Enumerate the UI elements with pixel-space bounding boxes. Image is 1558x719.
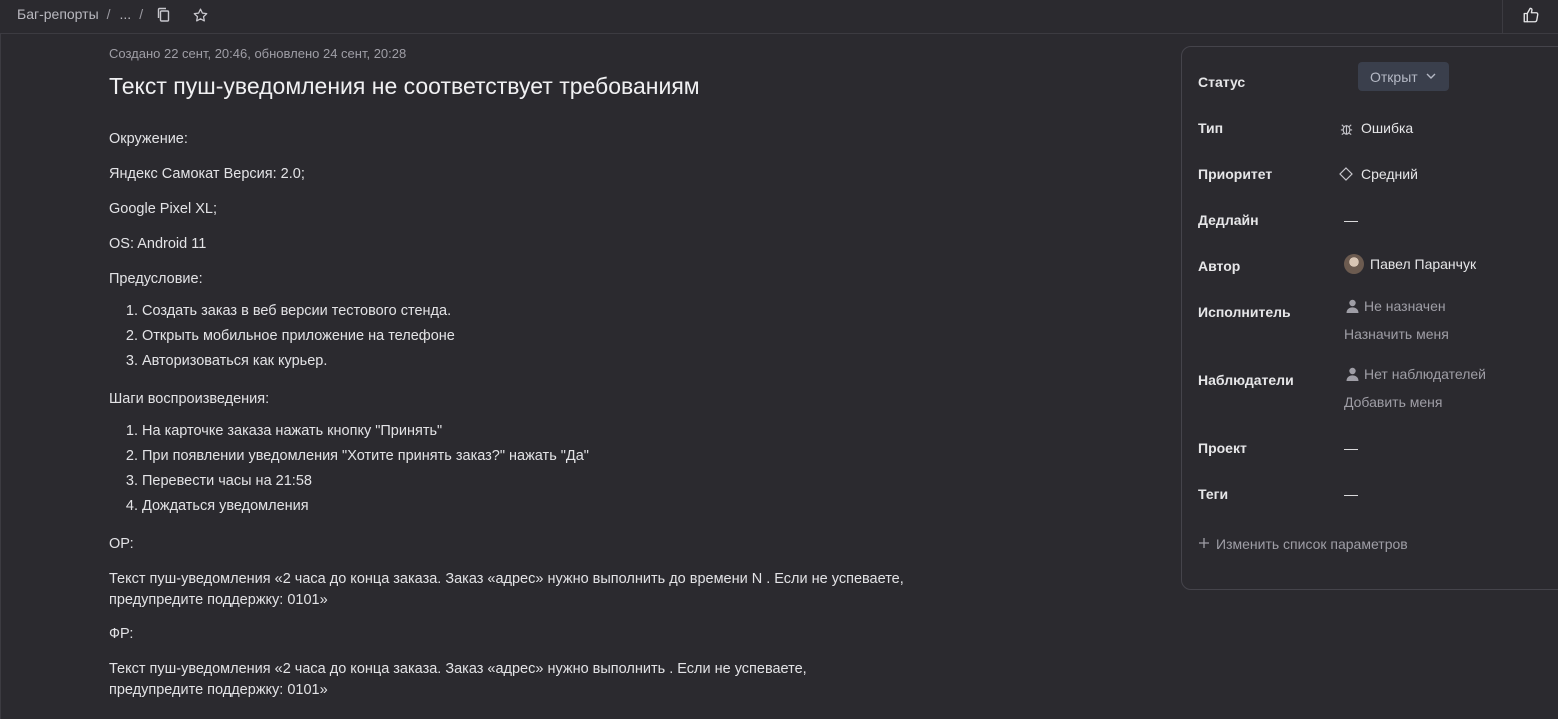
list-item: Перевести часы на 21:58	[142, 469, 1009, 494]
actual-result: Текст пуш-уведомления «2 часа до конца з…	[109, 661, 807, 698]
thumbs-up-icon	[1522, 6, 1540, 29]
env-device: Google Pixel XL;	[109, 201, 218, 217]
breadcrumb-ellipsis[interactable]: ...	[120, 6, 132, 22]
status-value: Открыт	[1370, 68, 1418, 85]
precondition-list: Создать заказ в веб версии тестового сте…	[109, 299, 1009, 374]
left-divider	[0, 34, 1, 719]
expected-label: ОР:	[109, 536, 134, 552]
type-value: Ошибка	[1361, 120, 1414, 136]
author-value-field[interactable]: Павел Паранчук	[1344, 254, 1476, 274]
status-label: Статус	[1198, 74, 1246, 90]
list-item: Авторизоваться как курьер.	[142, 349, 1009, 374]
expected-result: Текст пуш-уведомления «2 часа до конца з…	[109, 571, 904, 608]
list-item: При появлении уведомления "Хотите принят…	[142, 444, 1009, 469]
copy-icon[interactable]	[154, 5, 174, 25]
edit-params-label: Изменить список параметров	[1216, 536, 1408, 552]
bug-icon	[1338, 120, 1354, 136]
type-value-field[interactable]: Ошибка	[1338, 120, 1413, 136]
issue-meta: Создано 22 сент, 20:46, обновлено 24 сен…	[109, 46, 407, 61]
avatar	[1344, 254, 1364, 274]
steps-list: На карточке заказа нажать кнопку "Принят…	[109, 419, 1009, 519]
priority-value-field[interactable]: Средний	[1338, 166, 1418, 182]
status-dropdown[interactable]: Открыт	[1358, 62, 1449, 91]
watchers-label: Наблюдатели	[1198, 372, 1294, 388]
diamond-icon	[1338, 166, 1354, 182]
env-app: Яндекс Самокат Версия: 2.0;	[109, 166, 305, 182]
deadline-value[interactable]: —	[1344, 212, 1358, 228]
assignee-label: Исполнитель	[1198, 304, 1291, 320]
plus-icon	[1198, 536, 1210, 552]
actual-label: ФР:	[109, 626, 134, 642]
watchers-value: Нет наблюдателей	[1364, 366, 1487, 382]
chevron-down-icon	[1425, 69, 1437, 85]
precondition-label: Предусловие:	[109, 271, 203, 287]
breadcrumb-root-link[interactable]: Баг-репорты	[17, 6, 99, 22]
top-bar: Баг-репорты / ... /	[0, 0, 1558, 34]
assignee-value: Не назначен	[1364, 298, 1446, 314]
project-label: Проект	[1198, 440, 1247, 456]
list-item: Создать заказ в веб версии тестового сте…	[142, 299, 1009, 324]
type-label: Тип	[1198, 120, 1224, 136]
project-value[interactable]: —	[1344, 440, 1358, 456]
list-item: Открыть мобильное приложение на телефоне	[142, 324, 1009, 349]
priority-value: Средний	[1361, 166, 1418, 182]
add-me-link[interactable]: Добавить меня	[1344, 394, 1443, 410]
watchers-value-field[interactable]: Нет наблюдателей	[1344, 366, 1486, 382]
breadcrumb-separator: /	[106, 6, 111, 22]
tags-value[interactable]: —	[1344, 486, 1358, 502]
priority-label: Приоритет	[1198, 166, 1273, 182]
assignee-value-field[interactable]: Не назначен	[1344, 298, 1446, 314]
list-item: Дождаться уведомления	[142, 494, 1009, 519]
steps-label: Шаги воспроизведения:	[109, 391, 270, 407]
edit-params-button[interactable]: Изменить список параметров	[1198, 536, 1408, 552]
star-icon[interactable]	[190, 5, 210, 25]
user-icon	[1344, 366, 1360, 382]
tags-label: Теги	[1198, 486, 1229, 502]
like-button[interactable]	[1502, 0, 1558, 34]
issue-title[interactable]: Текст пуш-уведомления не соответствует т…	[109, 73, 700, 100]
breadcrumb-separator: /	[139, 6, 144, 22]
breadcrumb: Баг-репорты / ... /	[17, 6, 152, 22]
author-label: Автор	[1198, 258, 1241, 274]
author-value: Павел Паранчук	[1370, 256, 1477, 272]
env-os: OS: Android 11	[109, 236, 207, 252]
issue-description: Окружение: Яндекс Самокат Версия: 2.0; G…	[109, 129, 1009, 714]
issue-properties-panel: Статус Открыт Тип Ошибка Приоритет Средн…	[1181, 46, 1558, 590]
assign-me-link[interactable]: Назначить меня	[1344, 326, 1449, 342]
list-item: На карточке заказа нажать кнопку "Принят…	[142, 419, 1009, 444]
user-icon	[1344, 298, 1360, 314]
env-label: Окружение:	[109, 131, 188, 147]
deadline-label: Дедлайн	[1198, 212, 1259, 228]
